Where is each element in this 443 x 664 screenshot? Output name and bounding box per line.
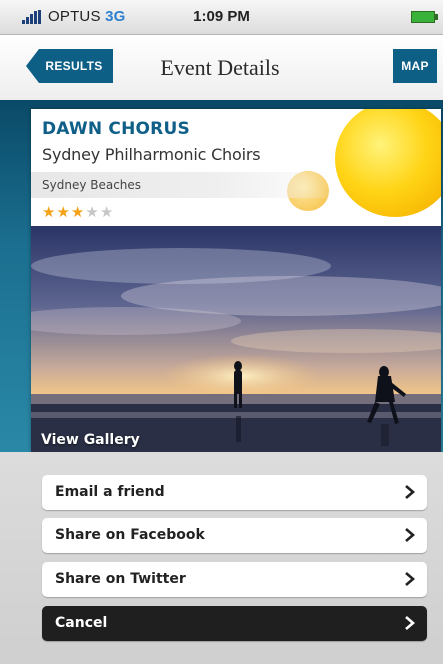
star-empty-icon: ★	[99, 203, 114, 221]
back-to-results-button[interactable]: RESULTS	[26, 49, 113, 83]
navigation-bar: RESULTS Event Details MAP	[0, 35, 443, 101]
view-gallery-link[interactable]: View Gallery	[41, 432, 140, 448]
email-friend-button[interactable]: Email a friend	[42, 475, 427, 510]
chevron-right-icon	[405, 572, 415, 586]
chevron-right-icon	[405, 616, 415, 630]
event-title: DAWN CHORUS	[42, 119, 190, 139]
star-rating: ★★★★★	[42, 202, 114, 221]
event-location: Sydney Beaches	[42, 178, 142, 192]
email-friend-label: Email a friend	[55, 484, 165, 500]
share-facebook-button[interactable]: Share on Facebook	[42, 518, 427, 553]
back-button-label: RESULTS	[45, 59, 103, 73]
star-filled-icon: ★	[42, 203, 56, 221]
chevron-right-icon	[405, 528, 415, 542]
event-subtitle: Sydney Philharmonic Choirs	[42, 145, 261, 164]
status-time: 1:09 PM	[193, 8, 250, 25]
sun-graphic	[335, 109, 441, 217]
star-filled-icon: ★	[56, 203, 70, 221]
status-bar: OPTUS 3G 1:09 PM	[0, 0, 443, 35]
star-empty-icon: ★	[85, 203, 99, 221]
page-title: Event Details	[160, 55, 280, 80]
star-filled-icon: ★	[70, 203, 85, 221]
battery-icon	[411, 11, 438, 23]
beach-photo-image	[31, 226, 441, 452]
share-twitter-label: Share on Twitter	[55, 571, 186, 587]
cancel-button[interactable]: Cancel	[42, 606, 427, 641]
chevron-right-icon	[405, 485, 415, 499]
share-twitter-button[interactable]: Share on Twitter	[42, 562, 427, 597]
event-photo[interactable]: View Gallery	[31, 226, 441, 452]
event-card: DAWN CHORUS Sydney Philharmonic Choirs S…	[31, 109, 441, 452]
share-facebook-label: Share on Facebook	[55, 527, 205, 543]
map-button[interactable]: MAP	[393, 49, 437, 83]
map-button-label: MAP	[401, 59, 429, 73]
cancel-label: Cancel	[55, 615, 108, 631]
location-strip: Sydney Beaches	[31, 172, 341, 198]
share-action-sheet: Email a friend Share on Facebook Share o…	[0, 452, 443, 664]
